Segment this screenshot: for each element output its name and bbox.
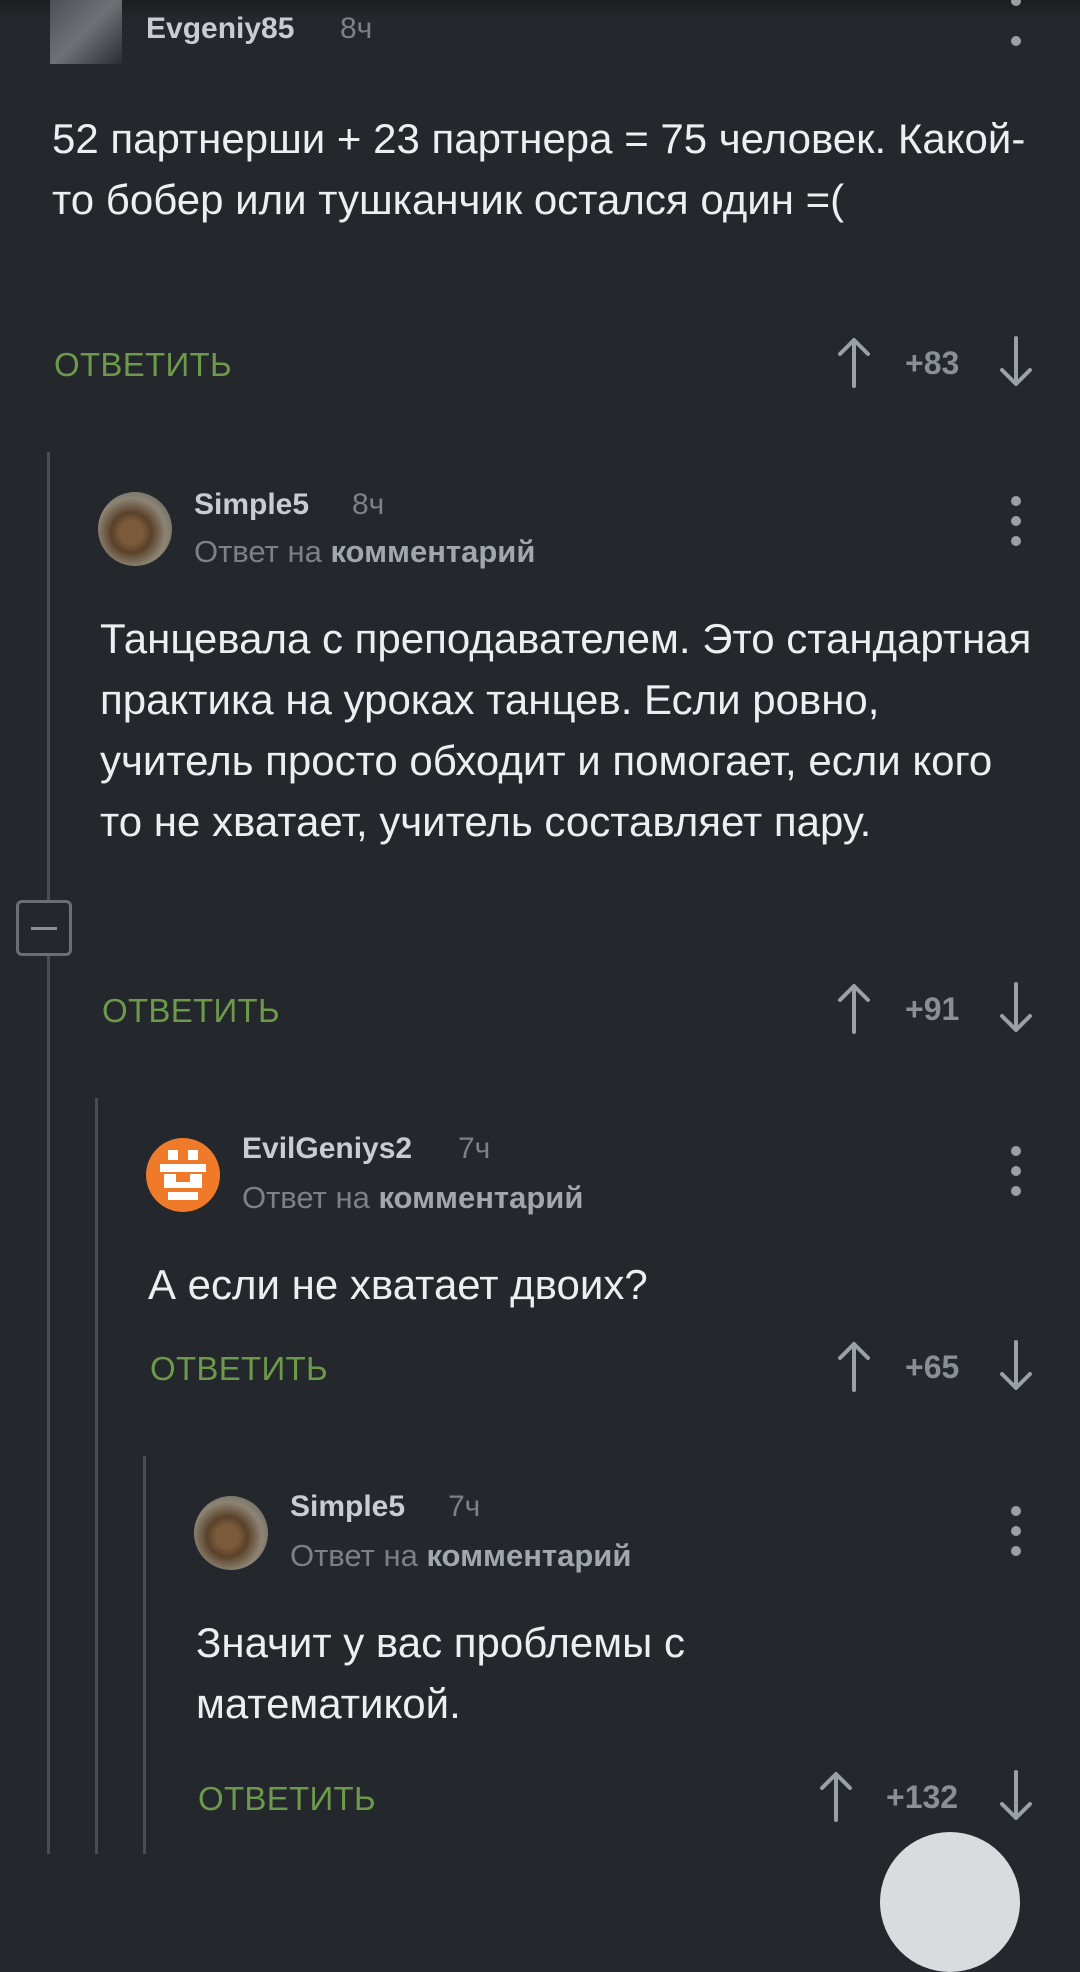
reply-button[interactable]: ОТВЕТИТЬ (102, 992, 280, 1030)
avatar[interactable] (194, 1496, 268, 1570)
more-options-icon[interactable] (1006, 1506, 1026, 1556)
username[interactable]: EvilGeniys2 (242, 1132, 412, 1166)
more-options-icon[interactable] (1006, 1146, 1026, 1196)
more-options-icon[interactable] (1006, 0, 1026, 46)
upvote-arrow-icon[interactable] (816, 1770, 856, 1822)
score: +132 (886, 1779, 959, 1815)
reply-to-link[interactable]: комментарий (378, 1180, 583, 1215)
timestamp: 8ч (352, 488, 385, 521)
downvote-arrow-icon[interactable] (996, 336, 1036, 388)
downvote-arrow-icon[interactable] (996, 1340, 1036, 1392)
score: +83 (905, 345, 960, 381)
thread-line-level-3 (143, 1456, 146, 1854)
thread-line-level-1 (47, 452, 50, 1854)
username[interactable]: Simple5 (194, 488, 309, 522)
collapse-thread-button[interactable] (16, 900, 72, 956)
floating-action-button[interactable] (880, 1832, 1020, 1972)
reply-button[interactable]: ОТВЕТИТЬ (54, 346, 232, 384)
downvote-arrow-icon[interactable] (996, 1770, 1036, 1822)
reply-to-prefix: Ответ на (242, 1180, 370, 1215)
score: +91 (905, 991, 960, 1027)
upvote-arrow-icon[interactable] (834, 982, 874, 1034)
comment-text: Значит у вас проблемы с математикой. (196, 1619, 686, 1727)
timestamp: 7ч (448, 1490, 481, 1523)
comment-text: 52 партнерши + 23 партнера = 75 человек.… (52, 115, 1026, 223)
comment-text: Танцевала с преподавателем. Это стандарт… (100, 615, 1032, 845)
avatar[interactable] (98, 492, 172, 566)
reply-to-link[interactable]: комментарий (330, 534, 535, 569)
reply-to-label: Ответ на комментарий (242, 1180, 583, 1216)
reply-button[interactable]: ОТВЕТИТЬ (198, 1780, 376, 1818)
reply-button[interactable]: ОТВЕТИТЬ (150, 1350, 328, 1388)
upvote-arrow-icon[interactable] (834, 336, 874, 388)
upvote-arrow-icon[interactable] (834, 1340, 874, 1392)
more-options-icon[interactable] (1006, 496, 1026, 546)
reply-to-prefix: Ответ на (290, 1538, 418, 1573)
avatar[interactable] (50, 0, 122, 64)
thread-line-level-2 (95, 1098, 98, 1854)
username[interactable]: Simple5 (290, 1490, 405, 1524)
timestamp: 7ч (458, 1132, 491, 1165)
downvote-arrow-icon[interactable] (996, 982, 1036, 1034)
reply-to-prefix: Ответ на (194, 534, 322, 569)
reply-to-link[interactable]: комментарий (426, 1538, 631, 1573)
comment-text: А если не хватает двоих? (148, 1261, 648, 1308)
reply-to-label: Ответ на комментарий (290, 1538, 631, 1574)
timestamp: 8ч (340, 12, 373, 45)
reply-to-label: Ответ на комментарий (194, 534, 535, 570)
pattern-avatar-icon (160, 1150, 206, 1200)
username[interactable]: Evgeniy85 (146, 12, 294, 46)
score: +65 (905, 1349, 960, 1385)
avatar[interactable] (146, 1138, 220, 1212)
